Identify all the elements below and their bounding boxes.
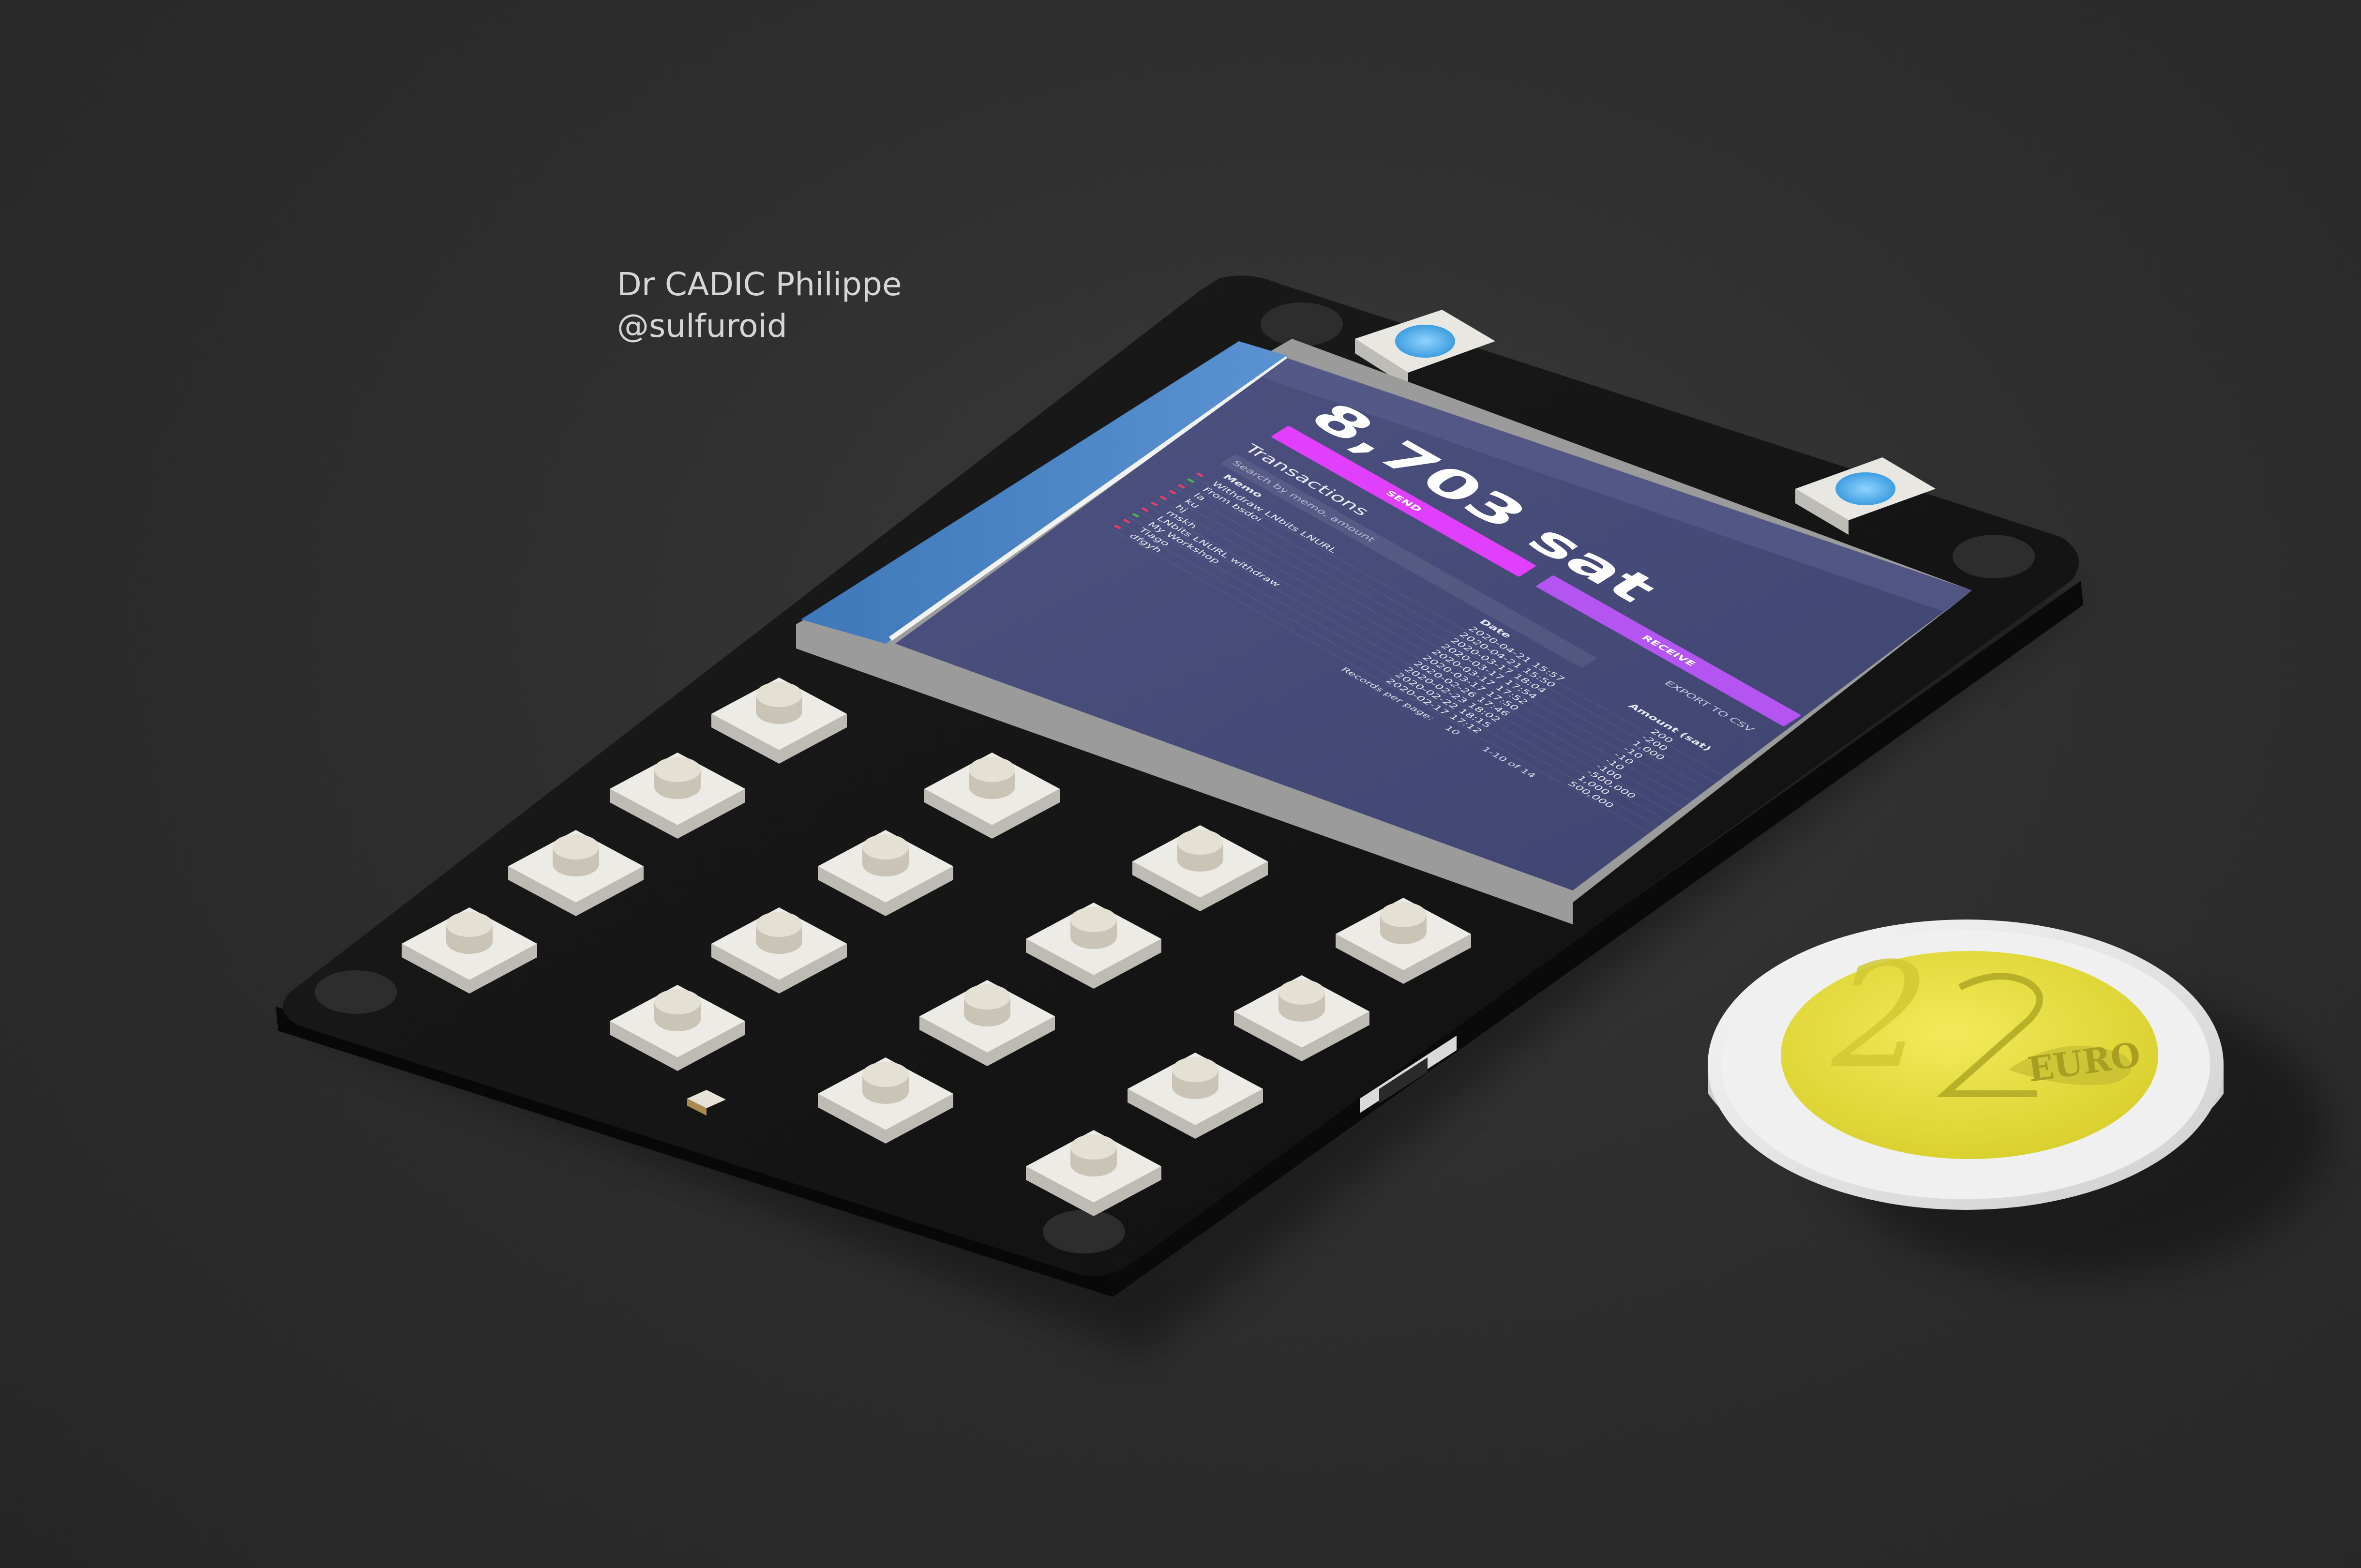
transaction-status-icon — [1159, 496, 1168, 500]
mounting-hole — [1043, 1210, 1125, 1253]
mounting-hole — [315, 970, 397, 1014]
author-handle: @sulfuroid — [617, 307, 787, 345]
transaction-status-icon — [1177, 484, 1186, 489]
coin-2-euro — [1708, 920, 2328, 1278]
author-name: Dr CADIC Philippe — [617, 266, 902, 303]
transaction-status-icon — [1168, 490, 1177, 495]
author-credit: Dr CADIC Philippe @sulfuroid — [617, 264, 902, 347]
transaction-status-icon — [1131, 513, 1140, 518]
mounting-hole — [1261, 302, 1343, 346]
transaction-status-icon — [1187, 478, 1195, 483]
transaction-status-icon — [1150, 501, 1158, 506]
transaction-status-icon — [1196, 472, 1204, 478]
transaction-status-icon — [1141, 507, 1149, 512]
transaction-status-icon — [1113, 524, 1122, 529]
mounting-hole — [1953, 535, 2035, 578]
transaction-status-icon — [1122, 518, 1131, 524]
device-render — [276, 275, 2328, 1355]
